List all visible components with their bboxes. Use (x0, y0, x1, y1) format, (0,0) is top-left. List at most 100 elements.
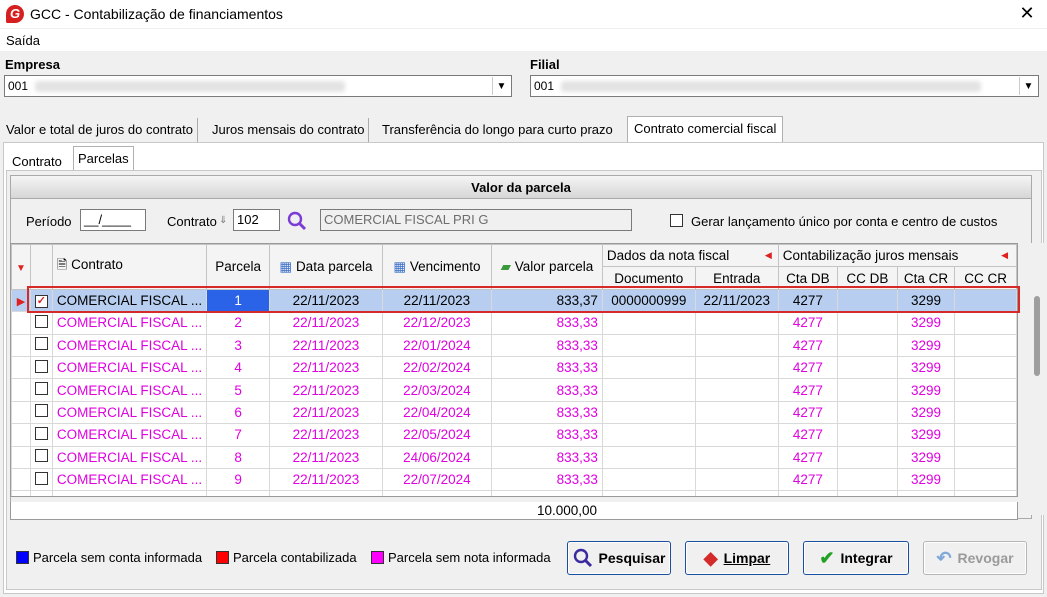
table-row[interactable]: COMERCIAL FISCAL ... 4 22/11/2023 22/02/202… (11, 355, 1017, 380)
empty-cell (491, 490, 603, 496)
row-checkbox[interactable] (34, 359, 48, 373)
grid-scrollbar[interactable] (1030, 243, 1044, 515)
tab-valor-total-juros[interactable]: Valor e total de juros do contrato (2, 118, 198, 142)
cell-documento (601, 467, 696, 492)
row-check-cell[interactable] (29, 311, 53, 335)
limpar-button[interactable]: ◆ Limpar (685, 541, 789, 575)
tab-contrato-comercial-fiscal[interactable]: Contrato comercial fiscal (627, 116, 784, 143)
cell-entrada (694, 445, 779, 469)
col-cta-cr[interactable]: Cta CR (896, 266, 956, 290)
row-check-cell[interactable]: ✓ (29, 288, 53, 313)
row-checkbox[interactable] (34, 404, 48, 418)
table-row[interactable]: COMERCIAL FISCAL ... 3 22/11/2023 22/01/202… (11, 333, 1017, 357)
menu-bar: Saída (0, 29, 1047, 51)
row-check-cell[interactable] (29, 333, 53, 357)
col-contrato[interactable]: 🗎 Contrato (51, 244, 208, 290)
cell-valor: 833,37 (491, 288, 603, 313)
row-check-cell[interactable] (29, 423, 53, 447)
empresa-value: 001 (8, 79, 29, 93)
col-vencimento[interactable]: ▦ Vencimento (381, 244, 493, 290)
empty-cell (206, 490, 271, 496)
row-checkbox[interactable] (34, 337, 48, 351)
col-parcela[interactable]: Parcela (206, 244, 271, 290)
main-tabs: Valor e total de juros do contrato Juros… (0, 116, 1047, 143)
row-check-cell[interactable] (29, 467, 53, 492)
row-checkbox[interactable] (34, 471, 48, 485)
document-icon: 🗎 (56, 256, 68, 272)
cell-cc-db (836, 400, 898, 425)
row-checkbox[interactable] (34, 426, 48, 440)
cell-entrada: 22/11/2023 (694, 288, 779, 313)
search-icon (573, 548, 592, 568)
table-row[interactable]: COMERCIAL FISCAL ... 5 22/11/2023 22/03/202… (11, 378, 1017, 402)
col-valor-parcela[interactable]: ▰ Valor parcela (491, 244, 603, 290)
section-title: Valor da parcela (11, 176, 1031, 199)
row-checkbox[interactable] (34, 314, 48, 328)
collapse-arrow-icon[interactable]: ◀ (765, 250, 772, 261)
table-row[interactable]: COMERCIAL FISCAL ... 7 22/11/2023 22/05/202… (11, 423, 1017, 447)
row-checkbox[interactable] (34, 449, 48, 463)
chevron-down-icon[interactable]: ▼ (1019, 77, 1037, 95)
row-check-cell[interactable] (29, 355, 53, 380)
sort-marker-icon: ▼ (16, 263, 26, 275)
gerar-lancamento-checkbox[interactable] (670, 214, 683, 227)
row-check-cell[interactable] (29, 400, 53, 425)
cell-vencimento: 22/07/2024 (381, 467, 493, 492)
integrar-button[interactable]: ✔ Integrar (803, 541, 909, 575)
cell-valor: 833,33 (491, 355, 603, 380)
table-row[interactable]: COMERCIAL FISCAL ... 9 22/11/2023 22/07/202… (11, 467, 1017, 492)
cell-data-parcela: 22/11/2023 (269, 445, 383, 469)
cell-cc-db (836, 333, 898, 357)
col-cta-db[interactable]: Cta DB (777, 266, 838, 290)
scroll-thumb[interactable] (1034, 296, 1040, 376)
cell-cta-cr: 3299 (896, 355, 956, 380)
row-check-cell[interactable] (29, 445, 53, 469)
close-icon[interactable]: ✕ (1017, 3, 1037, 24)
total-valor: 10.000,00 (536, 503, 597, 518)
cell-documento (601, 378, 696, 402)
search-icon[interactable] (287, 211, 307, 231)
col-documento[interactable]: Documento (601, 266, 696, 290)
periodo-input[interactable]: __/____ (80, 209, 146, 231)
row-check-cell[interactable] (29, 378, 53, 402)
col-cc-db[interactable]: CC DB (836, 266, 898, 290)
table-row[interactable]: COMERCIAL FISCAL ... 2 22/11/2023 22/12/202… (11, 311, 1017, 335)
table-row[interactable]: COMERCIAL FISCAL ... 6 22/11/2023 22/04/202… (11, 400, 1017, 425)
table-row[interactable]: ▶ ✓ COMERCIAL FISCAL ... 1 22/11/2023 22/11/2… (11, 288, 1017, 313)
cell-cc-cr (954, 333, 1017, 357)
row-indicator (11, 333, 31, 357)
col-cc-cr[interactable]: CC CR (954, 266, 1017, 290)
chevron-down-icon[interactable]: ▼ (492, 77, 510, 95)
cell-data-parcela: 22/11/2023 (269, 355, 383, 380)
row-indicator (11, 467, 31, 492)
filial-select[interactable]: 001 ▼ (530, 75, 1039, 97)
row-checkbox[interactable] (34, 382, 48, 396)
cell-entrada (694, 378, 779, 402)
cell-cta-db: 4277 (777, 311, 838, 335)
row-indicator (11, 400, 31, 425)
cell-cta-cr: 3299 (896, 333, 956, 357)
tab-transferencia[interactable]: Transferência do longo para curto prazo (378, 118, 617, 142)
tab-juros-mensais[interactable]: Juros mensais do contrato (208, 118, 370, 142)
contrato-label: Contrato (167, 214, 217, 229)
eraser-icon: ◆ (703, 547, 718, 568)
cell-cta-db: 4277 (777, 445, 838, 469)
cell-cc-cr (954, 400, 1017, 425)
col-entrada[interactable]: Entrada (694, 266, 779, 290)
revogar-button[interactable]: ↶ Revogar (923, 541, 1027, 575)
tab-parcelas[interactable]: Parcelas (73, 146, 134, 172)
filial-name-blurred (561, 81, 981, 92)
col-data-parcela[interactable]: ▦ Data parcela (269, 244, 383, 290)
empresa-select[interactable]: 001 ▼ (4, 75, 512, 97)
menu-item-saida[interactable]: Saída (6, 33, 40, 48)
cell-parcela: 8 (206, 445, 271, 469)
pesquisar-button[interactable]: Pesquisar (567, 541, 671, 575)
table-row[interactable]: COMERCIAL FISCAL ... 8 22/11/2023 24/06/202… (11, 445, 1017, 469)
row-checkbox[interactable]: ✓ (34, 295, 48, 309)
app-logo-icon: G (6, 5, 24, 23)
contrato-input[interactable]: 102 (233, 209, 280, 231)
collapse-arrow-icon[interactable]: ◀ (1001, 250, 1008, 261)
check-header (29, 244, 53, 290)
cell-vencimento: 22/02/2024 (381, 355, 493, 380)
cell-documento (601, 445, 696, 469)
